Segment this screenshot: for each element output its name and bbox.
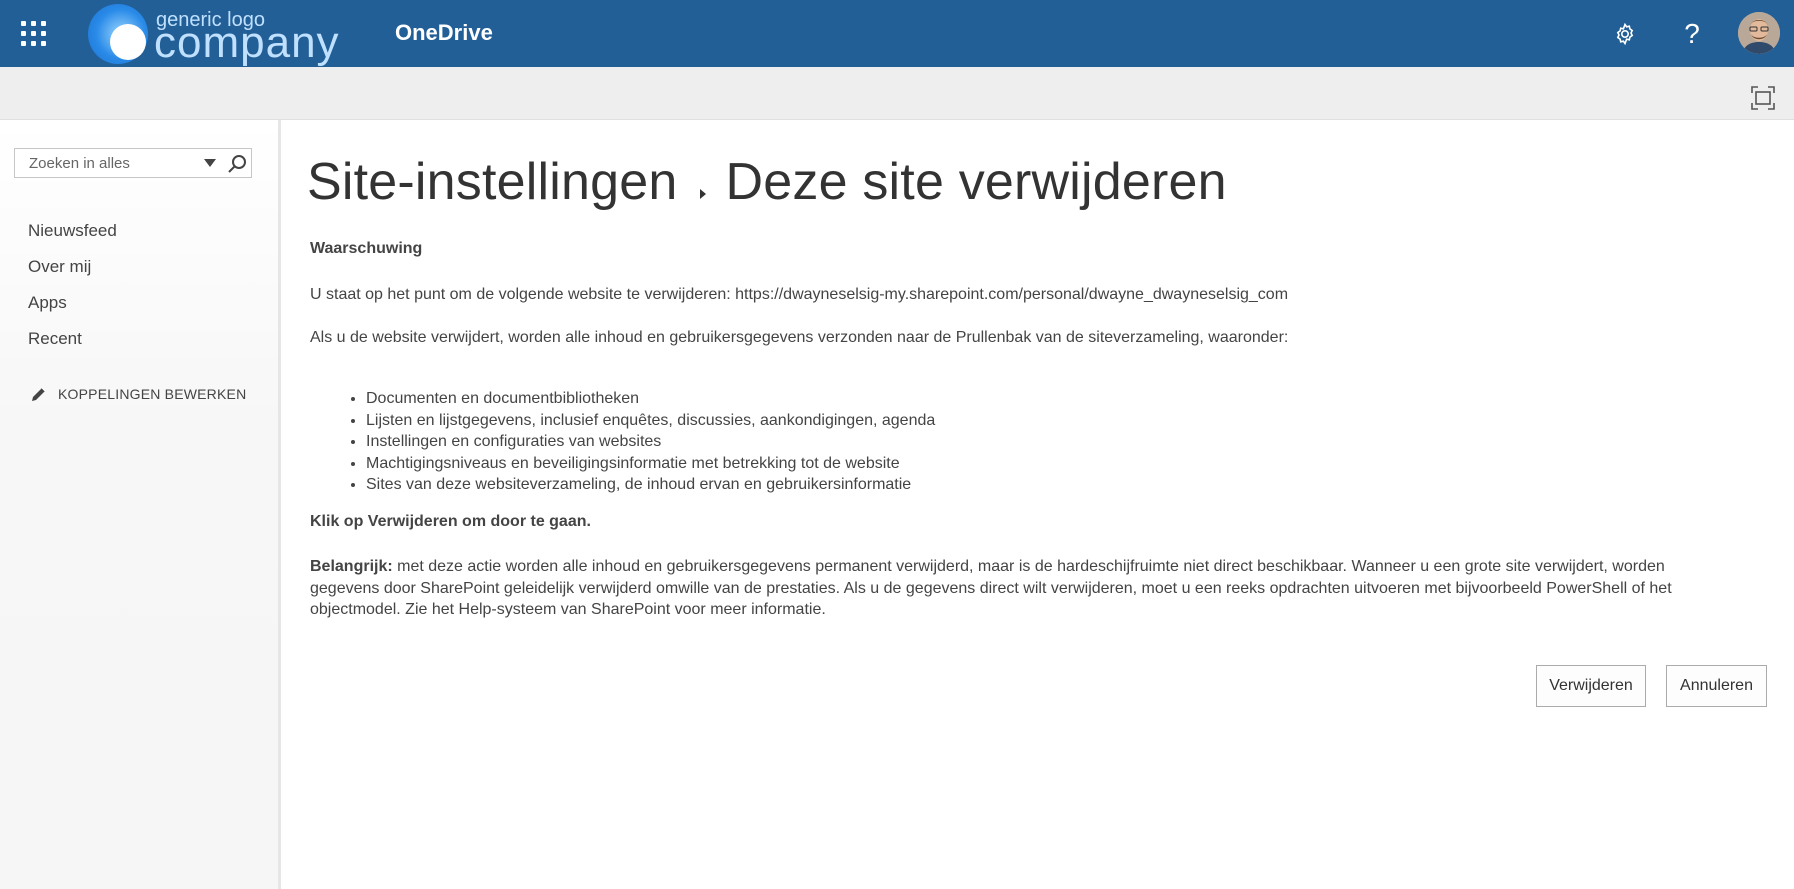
delete-button[interactable]: Verwijderen: [1536, 665, 1646, 707]
important-note: Belangrijk: met deze actie worden alle i…: [310, 556, 1730, 621]
list-item: Sites van deze websiteverzameling, de in…: [366, 474, 935, 496]
left-navigation: Nieuwsfeed Over mij Apps Recent KOPPELIN…: [0, 120, 281, 889]
important-label: Belangrijk:: [310, 558, 393, 575]
list-item: Lijsten en lijstgegevens, inclusief enqu…: [366, 410, 935, 432]
app-title[interactable]: OneDrive: [395, 20, 493, 46]
app-launcher-icon[interactable]: [0, 0, 67, 67]
focus-mode-icon[interactable]: [1750, 85, 1776, 111]
help-glyph: ?: [1684, 18, 1700, 49]
chevron-down-icon[interactable]: [203, 158, 217, 168]
breadcrumb-current: Deze site verwijderen: [725, 153, 1227, 211]
search-icon[interactable]: [226, 153, 248, 175]
edit-links-label: KOPPELINGEN BEWERKEN: [58, 386, 247, 402]
search-box: [14, 148, 252, 178]
warning-heading: Waarschuwing: [310, 240, 423, 257]
breadcrumb-parent[interactable]: Site-instellingen: [307, 153, 678, 211]
list-item: Instellingen en configuraties van websit…: [366, 431, 935, 453]
page-title: Site-instellingen Deze site verwijderen: [307, 152, 1227, 215]
intro-line: Als u de website verwijdert, worden alle…: [310, 329, 1289, 346]
nav-item-recent[interactable]: Recent: [28, 329, 82, 349]
cancel-button[interactable]: Annuleren: [1666, 665, 1767, 707]
bullet-list: Documenten en documentbibliotheken Lijst…: [310, 388, 935, 496]
company-logo[interactable]: generic logo company: [86, 2, 346, 67]
logo-big-text: company: [154, 18, 340, 67]
search-input[interactable]: [15, 149, 207, 177]
nav-item-over-mij[interactable]: Over mij: [28, 257, 91, 277]
avatar[interactable]: [1738, 12, 1780, 54]
nav-item-nieuwsfeed[interactable]: Nieuwsfeed: [28, 221, 117, 241]
list-item: Machtigingsniveaus en beveiligingsinform…: [366, 453, 935, 475]
breadcrumb-arrow-icon: [698, 155, 708, 215]
url-line: U staat op het punt om de volgende websi…: [310, 286, 1289, 303]
gear-icon[interactable]: [1605, 14, 1645, 54]
continue-instruction: Klik op Verwijderen om door te gaan.: [310, 513, 591, 530]
nav-item-apps[interactable]: Apps: [28, 293, 67, 313]
suite-bar: generic logo company OneDrive ?: [0, 0, 1794, 67]
command-bar: [0, 67, 1794, 120]
edit-links-button[interactable]: KOPPELINGEN BEWERKEN: [30, 385, 246, 403]
list-item: Documenten en documentbibliotheken: [366, 388, 935, 410]
help-icon[interactable]: ?: [1672, 14, 1712, 54]
pencil-icon: [32, 387, 46, 401]
important-text: met deze actie worden alle inhoud en geb…: [310, 558, 1672, 619]
